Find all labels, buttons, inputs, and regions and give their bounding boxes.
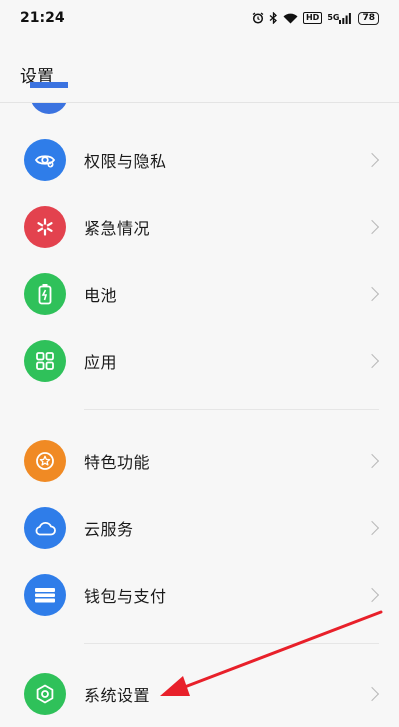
section-divider <box>84 409 379 410</box>
chevron-right-icon <box>364 453 380 469</box>
settings-item-label: 钱包与支付 <box>84 587 167 606</box>
settings-item-label: 权限与隐私 <box>84 152 167 171</box>
cloud-icon <box>24 507 66 549</box>
hexagon-settings-icon <box>24 673 66 715</box>
emergency-asterisk-icon <box>24 206 66 248</box>
wifi-icon <box>283 13 298 24</box>
settings-item-emergency[interactable]: 紧急情况 <box>0 194 399 260</box>
chevron-right-icon <box>364 353 380 369</box>
signal-icon: 5G <box>327 12 352 24</box>
settings-item-cloud[interactable]: 云服务 <box>0 495 399 561</box>
chevron-right-icon <box>364 587 380 603</box>
chevron-right-icon <box>364 286 380 302</box>
settings-item-label: 应用 <box>84 353 118 372</box>
section-divider <box>84 643 379 644</box>
settings-item-wallet[interactable]: 钱包与支付 <box>0 562 399 628</box>
chevron-right-icon <box>364 686 380 702</box>
settings-item-label: 云服务 <box>84 520 134 539</box>
alarm-icon <box>252 12 264 24</box>
battery-indicator: 78 <box>358 11 379 25</box>
eye-privacy-icon <box>24 139 66 181</box>
star-circle-icon <box>24 440 66 482</box>
network-label: 5G <box>327 13 340 22</box>
chevron-right-icon <box>364 520 380 536</box>
settings-item-label: 紧急情况 <box>84 219 151 238</box>
settings-item-privacy[interactable]: 权限与隐私 <box>0 127 399 193</box>
hd-badge: HD <box>302 12 323 24</box>
battery-icon <box>24 273 66 315</box>
settings-item-apps[interactable]: 应用 <box>0 328 399 394</box>
settings-item-battery[interactable]: 电池 <box>0 261 399 327</box>
bluetooth-icon <box>269 12 278 24</box>
apps-grid-icon <box>24 340 66 382</box>
settings-item-label: 电池 <box>84 286 118 305</box>
chevron-right-icon <box>364 152 380 168</box>
settings-item-label: 系统设置 <box>84 686 151 705</box>
settings-item-special-features[interactable]: 特色功能 <box>0 428 399 494</box>
settings-item-label: 特色功能 <box>84 453 151 472</box>
chevron-right-icon <box>364 219 380 235</box>
header-background <box>0 88 399 102</box>
status-bar: 21:24 HD 5G 78 <box>0 0 399 36</box>
wallet-icon <box>24 574 66 616</box>
status-icons: HD 5G 78 <box>252 11 379 25</box>
header-divider <box>0 102 399 103</box>
settings-item-system[interactable]: 系统设置 <box>0 661 399 727</box>
status-time: 21:24 <box>20 10 65 26</box>
